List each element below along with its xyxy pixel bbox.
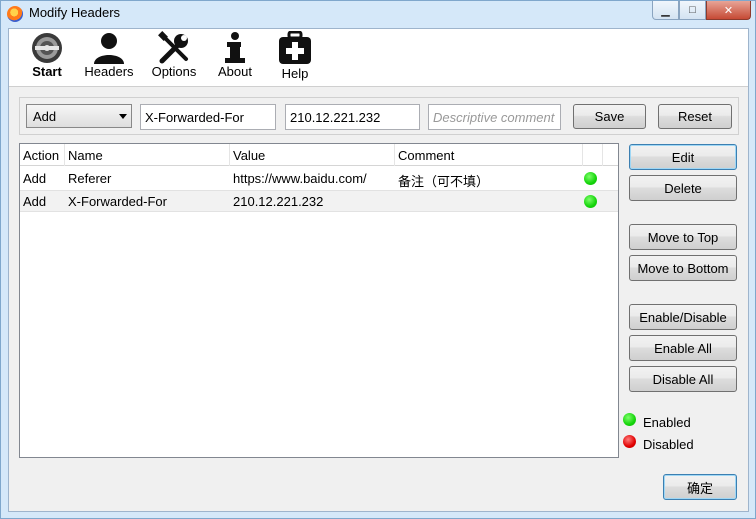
row-action: Add bbox=[23, 194, 47, 209]
tab-help-label: Help bbox=[281, 66, 309, 81]
row-name: Referer bbox=[68, 171, 112, 186]
tab-help[interactable]: Help bbox=[265, 29, 325, 87]
header-name-input[interactable]: X-Forwarded-For bbox=[140, 104, 276, 130]
enabled-legend-label: Enabled bbox=[643, 415, 691, 430]
tab-options[interactable]: Options bbox=[144, 29, 204, 87]
disabled-legend-icon bbox=[623, 435, 636, 448]
window-controls: ▁ □ ✕ bbox=[652, 1, 751, 20]
enabled-status-icon bbox=[584, 172, 597, 185]
disable-all-button[interactable]: Disable All bbox=[629, 366, 737, 392]
row-action: Add bbox=[23, 171, 47, 186]
tools-icon bbox=[158, 31, 188, 64]
tab-about[interactable]: About bbox=[205, 29, 265, 87]
tab-headers-label: Headers bbox=[84, 64, 134, 79]
chevron-down-icon bbox=[119, 114, 127, 119]
delete-button[interactable]: Delete bbox=[629, 175, 737, 201]
action-select-value: Add bbox=[33, 109, 57, 124]
table-row[interactable]: Add X-Forwarded-For 210.12.221.232 bbox=[20, 190, 618, 212]
move-to-top-button[interactable]: Move to Top bbox=[629, 224, 737, 250]
app-window: Modify Headers ▁ □ ✕ Start Headers Optio… bbox=[0, 0, 756, 519]
first-aid-icon bbox=[279, 31, 311, 64]
tab-start-label: Start bbox=[32, 64, 62, 79]
ok-button[interactable]: 确定 bbox=[663, 474, 737, 500]
dialog-client-area: Start Headers Options About Help Add X-F… bbox=[8, 28, 749, 512]
row-value: https://www.baidu.com/ bbox=[233, 171, 367, 186]
enable-disable-button[interactable]: Enable/Disable bbox=[629, 304, 737, 330]
row-name: X-Forwarded-For bbox=[68, 194, 167, 209]
tab-about-label: About bbox=[218, 64, 252, 79]
title-bar: Modify Headers ▁ □ ✕ bbox=[1, 1, 755, 27]
window-title: Modify Headers bbox=[29, 5, 121, 20]
minimize-button[interactable]: ▁ bbox=[652, 1, 679, 20]
enabled-status-icon bbox=[584, 195, 597, 208]
row-value: 210.12.221.232 bbox=[233, 194, 324, 209]
user-icon bbox=[94, 33, 124, 64]
disabled-legend-label: Disabled bbox=[643, 437, 694, 452]
close-button[interactable]: ✕ bbox=[706, 1, 751, 20]
edit-button[interactable]: Edit bbox=[629, 144, 737, 170]
move-to-bottom-button[interactable]: Move to Bottom bbox=[629, 255, 737, 281]
column-name[interactable]: Name bbox=[65, 144, 230, 166]
comment-input[interactable]: Descriptive comment bbox=[428, 104, 561, 130]
header-entry-form: Add X-Forwarded-For 210.12.221.232 Descr… bbox=[19, 97, 739, 135]
headers-table[interactable]: Action Name Value Comment Add Referer ht… bbox=[19, 143, 619, 458]
table-header: Action Name Value Comment bbox=[20, 144, 618, 166]
toolbar: Start Headers Options About Help bbox=[9, 29, 748, 87]
reset-button[interactable]: Reset bbox=[658, 104, 732, 129]
column-value[interactable]: Value bbox=[230, 144, 395, 166]
save-button[interactable]: Save bbox=[573, 104, 646, 129]
column-action[interactable]: Action bbox=[20, 144, 65, 166]
action-select[interactable]: Add bbox=[26, 104, 132, 128]
start-icon bbox=[32, 33, 62, 63]
row-comment: 备注（可不填） bbox=[398, 174, 490, 189]
enable-all-button[interactable]: Enable All bbox=[629, 335, 737, 361]
info-icon bbox=[225, 32, 245, 63]
firefox-icon bbox=[7, 6, 23, 22]
column-comment[interactable]: Comment bbox=[395, 144, 583, 166]
table-row[interactable]: Add Referer https://www.baidu.com/ 备注（可不… bbox=[20, 168, 618, 190]
tab-headers[interactable]: Headers bbox=[79, 29, 139, 87]
enabled-legend-icon bbox=[623, 413, 636, 426]
tab-options-label: Options bbox=[151, 64, 197, 79]
maximize-button[interactable]: □ bbox=[679, 1, 706, 20]
tab-start[interactable]: Start bbox=[17, 29, 77, 87]
column-status bbox=[583, 144, 603, 166]
header-value-input[interactable]: 210.12.221.232 bbox=[285, 104, 420, 130]
